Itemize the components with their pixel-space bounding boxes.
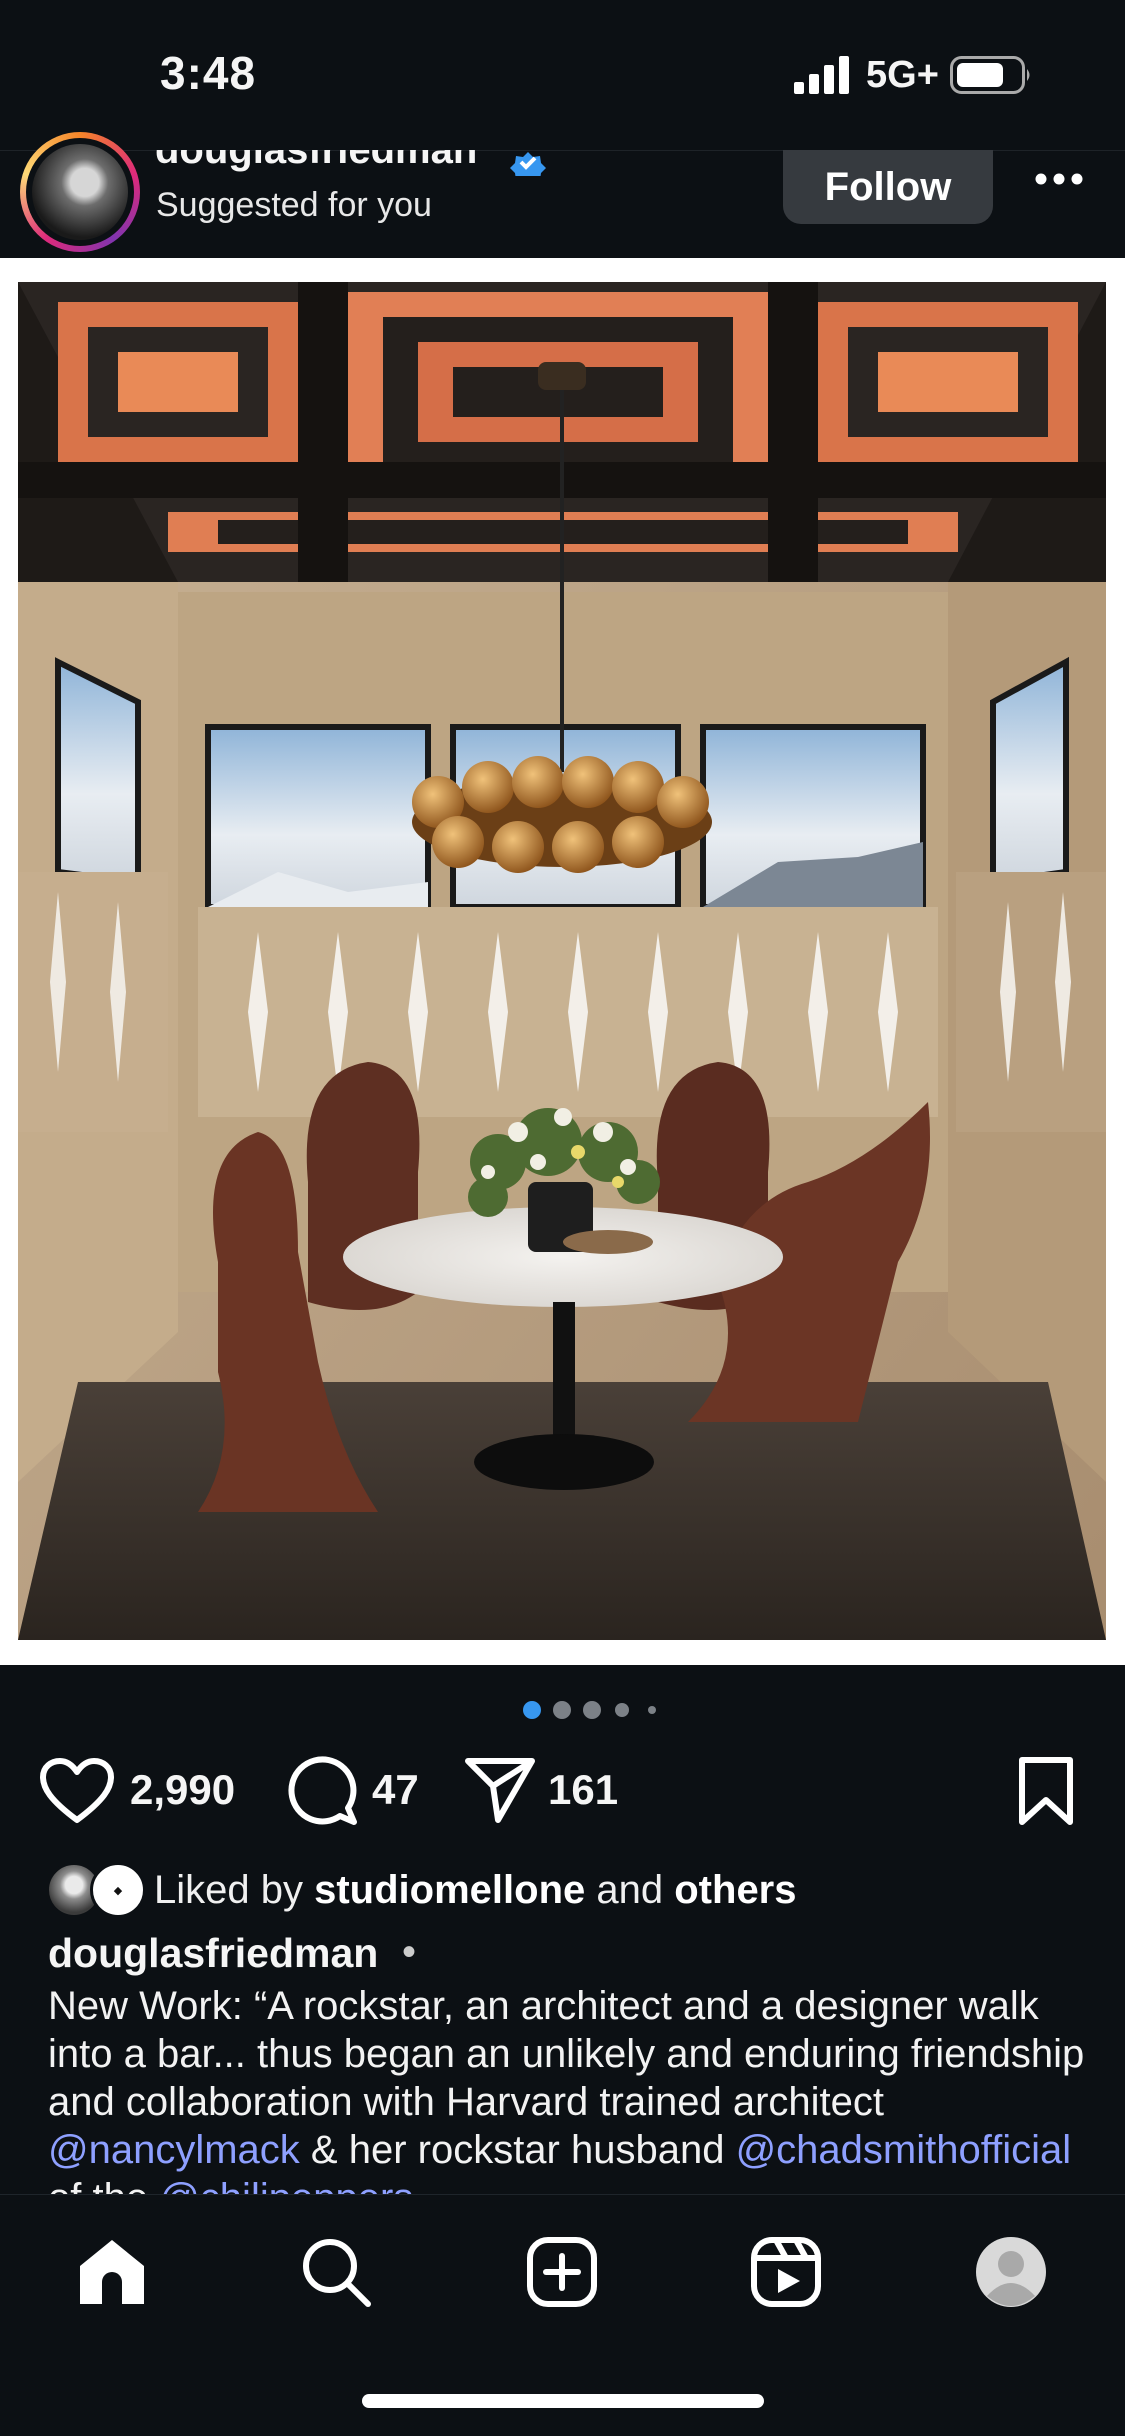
post-caption[interactable]: New Work: “A rockstar, an architect and … [48, 1982, 1098, 2194]
reels-icon[interactable] [750, 2236, 822, 2308]
home-icon[interactable] [76, 2236, 148, 2308]
liked-by-text[interactable]: Liked by studiomellone and others [154, 1868, 797, 1913]
more-options-icon[interactable] [1034, 172, 1084, 186]
follow-button[interactable]: Follow [783, 150, 993, 224]
battery-icon [950, 56, 1030, 94]
status-time: 3:48 [160, 47, 257, 99]
caption-text: of the [48, 2176, 159, 2194]
home-indicator[interactable] [362, 2394, 764, 2408]
search-icon[interactable] [300, 2236, 372, 2308]
verified-badge-icon [510, 152, 546, 176]
caption-mention[interactable]: @chilipeppers [159, 2176, 413, 2194]
avatar-border [26, 138, 134, 246]
comment-icon[interactable] [288, 1756, 358, 1826]
caption-mention[interactable]: @nancylmack [48, 2128, 300, 2172]
author-avatar[interactable] [20, 132, 140, 252]
like-heart-icon[interactable] [40, 1758, 114, 1824]
caption-separator: • [402, 1930, 417, 1974]
share-count[interactable]: 161 [548, 1766, 618, 1814]
save-bookmark-icon[interactable] [1016, 1756, 1076, 1826]
liked-by-joiner: and [596, 1868, 664, 1912]
signal-icon [794, 56, 849, 94]
suggested-label: Suggested for you [156, 186, 432, 224]
like-count[interactable]: 2,990 [130, 1766, 235, 1814]
liked-by-user[interactable]: studiomellone [314, 1868, 585, 1912]
share-paper-plane-icon[interactable] [464, 1756, 536, 1824]
liker-avatar: ◆ [90, 1862, 146, 1918]
caption-text: New Work: “A rockstar, an architect and … [48, 1984, 1085, 2124]
post-photo[interactable] [18, 282, 1106, 1640]
avatar-photo [32, 144, 128, 240]
carousel-indicator [523, 1701, 656, 1719]
caption-text: & her rockstar husband [299, 2128, 736, 2172]
caption-mention[interactable]: @chadsmithofficial [736, 2128, 1072, 2172]
liked-by-others[interactable]: others [674, 1868, 796, 1912]
create-icon[interactable] [526, 2236, 598, 2308]
network-label: 5G+ [866, 54, 939, 96]
profile-icon[interactable] [975, 2236, 1047, 2308]
liked-by-prefix: Liked by [154, 1868, 303, 1912]
liker-avatars[interactable]: ◆ [46, 1862, 146, 1920]
caption-username[interactable]: douglasfriedman [48, 1930, 378, 1977]
comment-count[interactable]: 47 [372, 1766, 419, 1814]
